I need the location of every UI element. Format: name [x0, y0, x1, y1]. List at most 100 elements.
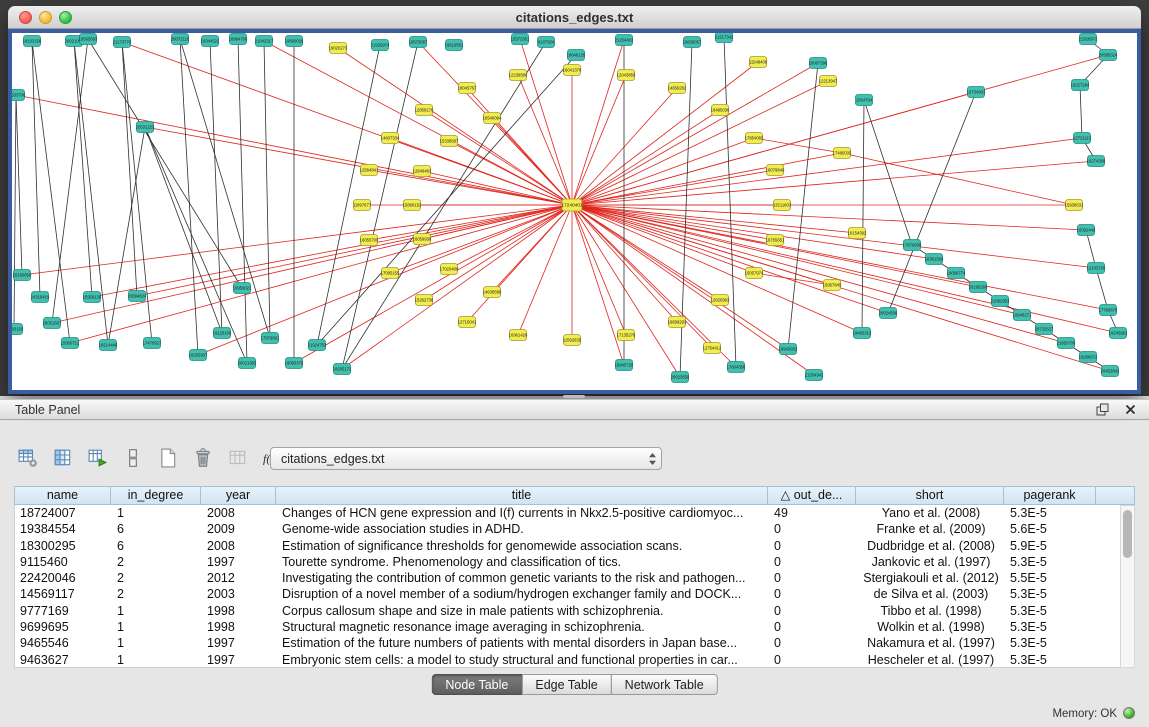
- graph-node[interactable]: 20453842: [1101, 366, 1120, 377]
- graph-node[interactable]: 17604356: [727, 362, 746, 373]
- graph-node[interactable]: 18205172: [333, 364, 352, 375]
- table-row[interactable]: 1830029562008Estimation of significance …: [15, 538, 1120, 554]
- graph-node[interactable]: 18103158: [12, 324, 24, 335]
- graph-node[interactable]: 12754412: [703, 343, 722, 354]
- graph-node[interactable]: 12239580: [509, 70, 528, 81]
- graph-node[interactable]: 23894824: [128, 291, 147, 302]
- graph-node[interactable]: 20072116: [171, 34, 190, 45]
- graph-node[interactable]: 18839057: [683, 37, 702, 48]
- close-panel-icon[interactable]: [1121, 402, 1139, 418]
- graph-node[interactable]: 19344522: [201, 36, 220, 47]
- graph-node[interactable]: 19099774: [947, 268, 966, 279]
- graph-node[interactable]: 12564841: [360, 165, 379, 176]
- graph-node[interactable]: 21042317: [255, 36, 274, 47]
- graph-node[interactable]: 16055709: [360, 235, 379, 246]
- graph-node[interactable]: 12649463: [413, 166, 432, 177]
- column-header-out_degree[interactable]: △ out_de...: [768, 486, 856, 505]
- table-body[interactable]: 1872400712008Changes of HCN gene express…: [14, 505, 1120, 668]
- graph-node[interactable]: 12715041: [458, 317, 477, 328]
- graph-node[interactable]: 16755651: [766, 235, 785, 246]
- graph-node[interactable]: 19619561: [445, 40, 464, 51]
- graph-node[interactable]: 19020273: [329, 43, 348, 54]
- tab-network-table[interactable]: Network Table: [611, 674, 718, 695]
- memory-status-icon[interactable]: [1123, 707, 1135, 719]
- tab-node-table[interactable]: Node Table: [431, 674, 522, 695]
- graph-node[interactable]: 8187304: [538, 37, 555, 48]
- graph-node[interactable]: 16540094: [483, 113, 502, 124]
- row-height-icon[interactable]: [119, 444, 147, 472]
- import-table-icon[interactable]: [84, 444, 112, 472]
- graph-node[interactable]: 12103726: [1087, 263, 1106, 274]
- table-row[interactable]: 1872400712008Changes of HCN gene express…: [15, 505, 1120, 521]
- graph-node[interactable]: 19565683: [79, 34, 98, 45]
- graph-node[interactable]: 20585324: [1099, 50, 1118, 61]
- graph-node[interactable]: 14607334: [381, 133, 400, 144]
- tab-edge-table[interactable]: Edge Table: [521, 674, 611, 695]
- graph-node[interactable]: 13211603: [773, 200, 792, 211]
- column-header-year[interactable]: year: [201, 486, 276, 505]
- table-settings-icon[interactable]: [14, 444, 42, 472]
- zoom-button[interactable]: [59, 11, 72, 24]
- panel-splitter-handle[interactable]: [563, 395, 585, 398]
- graph-node[interactable]: 17479927: [143, 338, 162, 349]
- graph-node[interactable]: 16154392: [848, 228, 867, 239]
- graph-node[interactable]: 15938531: [1065, 200, 1084, 211]
- graph-node[interactable]: 19948271: [1013, 310, 1032, 321]
- graph-node[interactable]: 17679938: [903, 240, 922, 251]
- graph-node[interactable]: 20024506: [879, 308, 898, 319]
- graph-node[interactable]: 20021993: [238, 358, 257, 369]
- table-row[interactable]: 1456911722003Disruption of a novel membe…: [15, 586, 1120, 602]
- network-canvas-svg[interactable]: 1204385916041370122395801804576712858176…: [12, 33, 1137, 390]
- graph-node[interactable]: 21173776: [113, 37, 132, 48]
- graph-node[interactable]: 18045767: [458, 83, 477, 94]
- graph-node[interactable]: 19465312: [853, 328, 872, 339]
- graph-node[interactable]: 15057974: [745, 268, 764, 279]
- graph-node[interactable]: 18945720: [615, 360, 634, 371]
- table-row[interactable]: 1938455462009Genome-wide association stu…: [15, 521, 1120, 537]
- graph-node[interactable]: 19083375: [285, 358, 304, 369]
- graph-node[interactable]: 21354342: [805, 370, 824, 381]
- graph-node[interactable]: 12043859: [617, 70, 636, 81]
- graph-node[interactable]: 19125106: [213, 328, 232, 339]
- graph-node[interactable]: 16274308: [1087, 156, 1106, 167]
- graph-node[interactable]: 15572361: [511, 34, 530, 45]
- graph-node[interactable]: 21217342: [715, 33, 734, 43]
- window-titlebar[interactable]: citations_edges.txt: [8, 6, 1141, 29]
- delete-table-icon[interactable]: [189, 444, 217, 472]
- graph-node[interactable]: 16959021: [233, 283, 252, 294]
- graph-node[interactable]: 15950712: [61, 338, 80, 349]
- graph-hub-node[interactable]: 17240401: [561, 199, 583, 211]
- graph-node[interactable]: 15959135: [83, 292, 102, 303]
- new-file-icon[interactable]: [154, 444, 182, 472]
- graph-node[interactable]: 21926974: [371, 40, 390, 51]
- graph-node[interactable]: 12620963: [711, 295, 730, 306]
- graph-node[interactable]: 14638588: [483, 287, 502, 298]
- table-scrollbar[interactable]: [1120, 505, 1135, 668]
- close-button[interactable]: [19, 11, 32, 24]
- table-row[interactable]: 977716911998Corpus callosum shape and si…: [15, 603, 1120, 619]
- table-row[interactable]: 946554611997Estimation of the future num…: [15, 635, 1120, 651]
- graph-node[interactable]: 16699293: [668, 317, 687, 328]
- graph-node[interactable]: 12858176: [415, 105, 434, 116]
- float-panel-icon[interactable]: [1093, 402, 1111, 418]
- graph-node[interactable]: 16485036: [711, 105, 730, 116]
- graph-node[interactable]: 17760676: [1099, 305, 1118, 316]
- column-header-name[interactable]: name: [14, 486, 111, 505]
- graph-node[interactable]: 21850709: [1057, 338, 1076, 349]
- graph-node[interactable]: 19245862: [1109, 328, 1128, 339]
- minimize-button[interactable]: [39, 11, 52, 24]
- graph-node[interactable]: 15957845: [823, 280, 842, 291]
- show-columns-icon[interactable]: [49, 444, 77, 472]
- graph-node[interactable]: 19286672: [1079, 352, 1098, 363]
- graph-node[interactable]: 25051607: [43, 318, 62, 329]
- column-header-title[interactable]: title: [276, 486, 768, 505]
- import-disabled-icon[interactable]: [224, 444, 252, 472]
- graph-node[interactable]: 11897677: [353, 200, 372, 211]
- graph-node[interactable]: 20533706: [12, 90, 26, 101]
- graph-node[interactable]: 1564794: [856, 95, 873, 106]
- graph-node[interactable]: 18265907: [189, 350, 208, 361]
- graph-node[interactable]: 19227294: [1071, 80, 1090, 91]
- graph-node[interactable]: 17095155: [381, 268, 400, 279]
- column-header-in_degree[interactable]: in_degree: [111, 486, 201, 505]
- network-canvas[interactable]: 1204385916041370122395801804576712858176…: [8, 29, 1141, 394]
